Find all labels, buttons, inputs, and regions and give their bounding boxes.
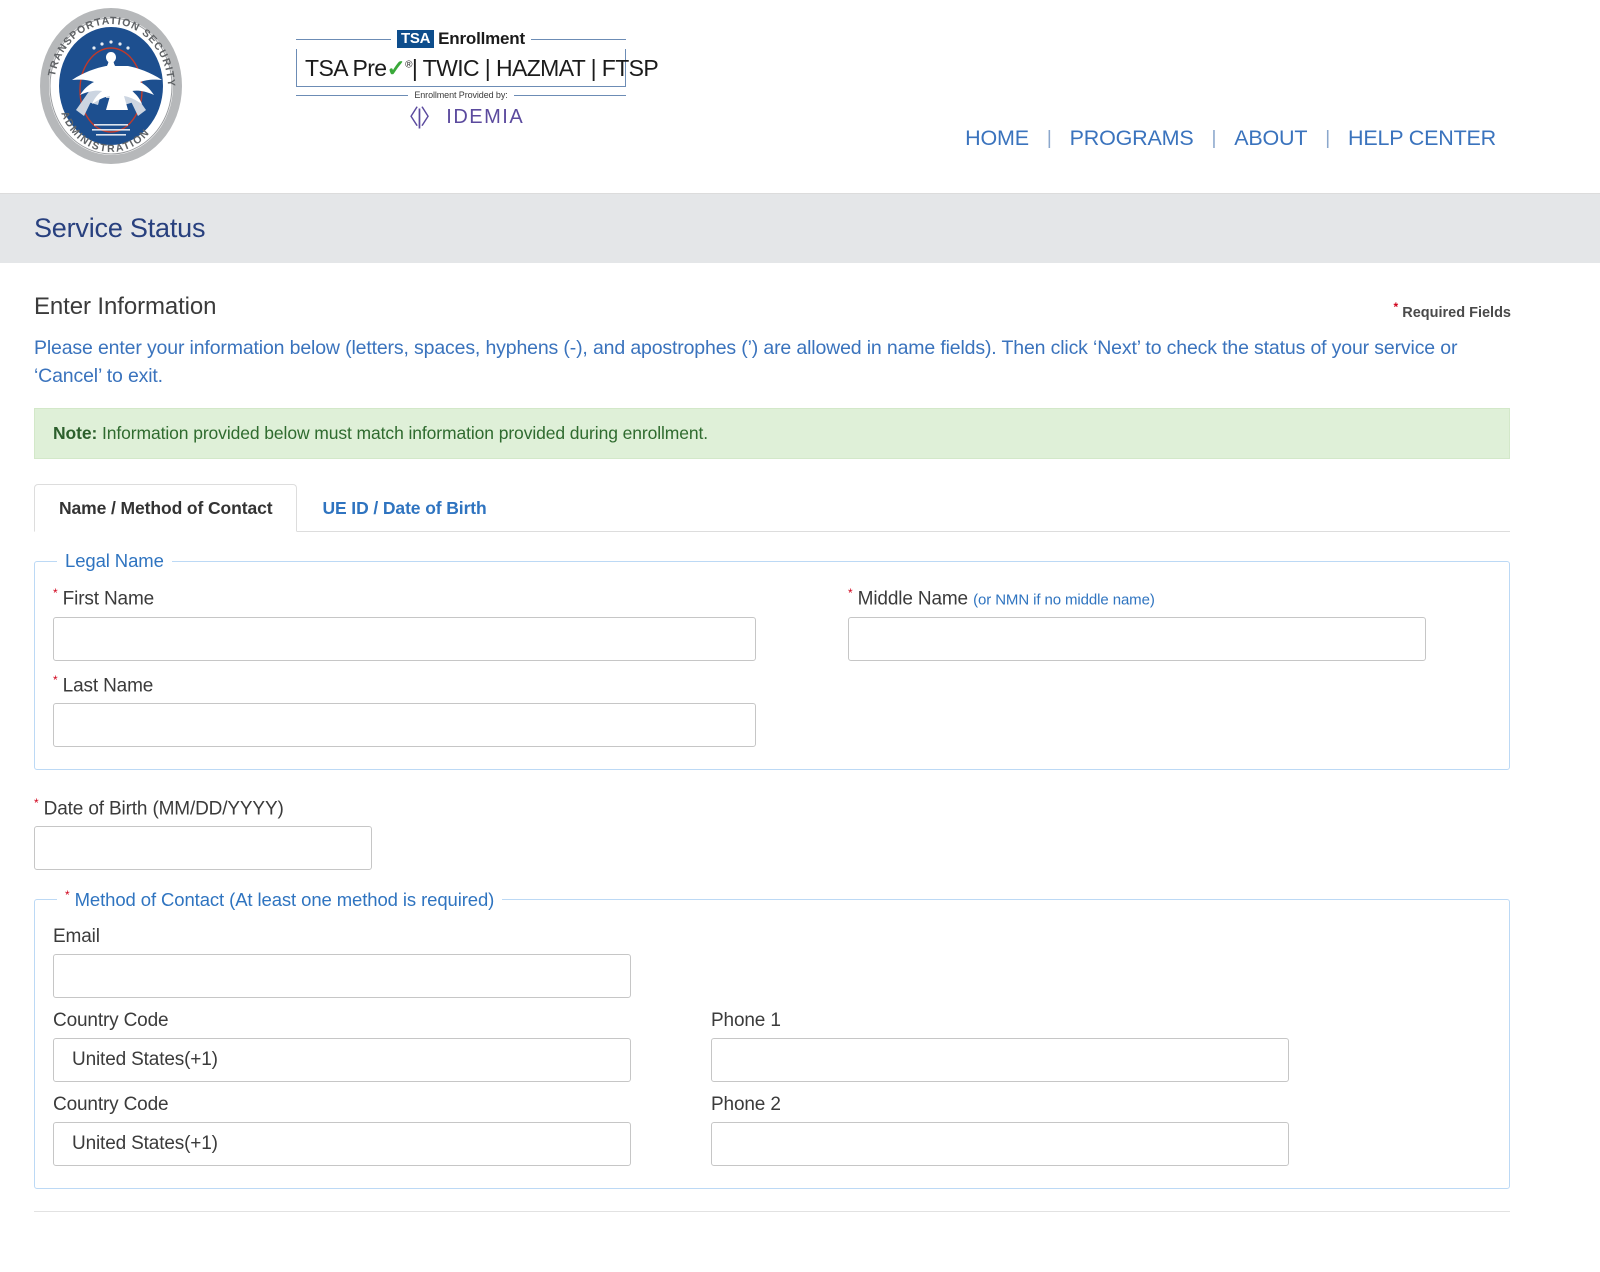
middle-name-label: * Middle Name (or NMN if no middle name) xyxy=(848,586,1491,610)
phone-1-input[interactable] xyxy=(711,1038,1289,1082)
tsa-precheck-label: TSA Pre xyxy=(305,55,386,81)
first-name-input[interactable] xyxy=(53,617,756,661)
email-input[interactable] xyxy=(53,954,631,998)
date-of-birth-label-text: Date of Birth (MM/DD/YYYY) xyxy=(44,798,284,819)
trademark-mark: ® xyxy=(405,59,412,70)
programs-list: TSA Pre✓®| TWIC | HAZMAT | FTSP xyxy=(305,55,617,82)
country-code-2-field: Country Code United States(+1) xyxy=(53,1094,671,1166)
legal-name-spacer xyxy=(848,661,1491,747)
idemia-mark-icon: 〈|〉 xyxy=(398,107,439,128)
idemia-logo: 〈|〉 IDEMIA xyxy=(296,106,626,129)
asterisk-icon: * xyxy=(1394,300,1399,314)
tab-ue-id-date-of-birth[interactable]: UE ID / Date of Birth xyxy=(297,484,511,532)
checkmark-icon: ✓ xyxy=(386,55,405,81)
country-code-2-label: Country Code xyxy=(53,1094,671,1116)
country-code-2-select[interactable]: United States(+1) xyxy=(53,1122,631,1166)
legal-name-grid: * First Name * Middle Name (or NMN if no… xyxy=(53,586,1491,747)
method-of-contact-legend-text: Method of Contact (At least one method i… xyxy=(75,890,495,911)
asterisk-icon: * xyxy=(53,586,58,600)
last-name-input[interactable] xyxy=(53,703,756,747)
site-header: TRANSPORTATION SECURITY ADMINISTRATION T… xyxy=(0,0,1600,194)
tsa-badge: TSA xyxy=(397,30,434,48)
country-code-1-label: Country Code xyxy=(53,1010,671,1032)
asterisk-icon: * xyxy=(848,586,853,600)
programs-rest: | TWIC | HAZMAT | FTSP xyxy=(412,55,658,81)
divider-right xyxy=(531,39,626,40)
section-header-row: Enter Information * Required Fields xyxy=(34,263,1566,321)
note-banner: Note: Information provided below must ma… xyxy=(34,408,1510,459)
enrollment-title-row: TSA Enrollment xyxy=(296,28,626,50)
last-name-field: * Last Name xyxy=(53,673,808,747)
country-code-1-select[interactable]: United States(+1) xyxy=(53,1038,631,1082)
first-name-field: * First Name xyxy=(53,586,808,660)
divider-left xyxy=(296,39,391,40)
enrollment-title: TSA Enrollment xyxy=(391,29,531,49)
email-field: Email xyxy=(53,926,1491,998)
phone-1-field: Phone 1 xyxy=(711,1010,1491,1082)
provided-by-label: Enrollment Provided by: xyxy=(408,90,513,100)
tab-bar: Name / Method of Contact UE ID / Date of… xyxy=(34,483,1510,532)
middle-name-field: * Middle Name (or NMN if no middle name) xyxy=(848,586,1491,660)
section-title: Enter Information xyxy=(34,293,216,321)
provided-by-row: Enrollment Provided by: xyxy=(296,90,626,100)
asterisk-icon: * xyxy=(53,673,58,687)
divider-right-2 xyxy=(514,95,626,96)
last-name-label: * Last Name xyxy=(53,673,808,697)
tsa-seal-icon: TRANSPORTATION SECURITY ADMINISTRATION xyxy=(36,6,186,166)
date-of-birth-field: * Date of Birth (MM/DD/YYYY) xyxy=(34,796,1566,870)
phone-2-input[interactable] xyxy=(711,1122,1289,1166)
asterisk-icon: * xyxy=(65,888,70,902)
phone-1-label: Phone 1 xyxy=(711,1010,1491,1032)
method-of-contact-fieldset: * Method of Contact (At least one method… xyxy=(34,888,1510,1188)
footer-divider xyxy=(34,1211,1510,1212)
note-prefix: Note: xyxy=(53,423,97,443)
date-of-birth-input[interactable] xyxy=(34,826,372,870)
phone-grid: Country Code United States(+1) Phone 1 C… xyxy=(53,1010,1491,1166)
required-fields-label: Required Fields xyxy=(1402,305,1511,321)
note-text: Information provided below must match in… xyxy=(102,423,708,443)
page-banner: Service Status xyxy=(0,194,1600,263)
nav-item-help-center[interactable]: HELP CENTER xyxy=(1330,126,1514,151)
legal-name-fieldset: Legal Name * First Name * Middle Name (o… xyxy=(34,550,1510,770)
email-label: Email xyxy=(53,926,1491,948)
enrollment-word: Enrollment xyxy=(438,29,525,49)
nav-item-home[interactable]: HOME xyxy=(947,126,1047,151)
programs-box: TSA Pre✓®| TWIC | HAZMAT | FTSP xyxy=(296,49,626,87)
middle-name-hint: (or NMN if no middle name) xyxy=(973,592,1155,609)
method-of-contact-legend: * Method of Contact (At least one method… xyxy=(57,888,502,911)
required-fields-note: * Required Fields xyxy=(1394,300,1566,321)
middle-name-input[interactable] xyxy=(848,617,1426,661)
date-of-birth-label: * Date of Birth (MM/DD/YYYY) xyxy=(34,796,1566,820)
phone-2-label: Phone 2 xyxy=(711,1094,1491,1116)
middle-name-label-text: Middle Name xyxy=(858,589,968,610)
first-name-label: * First Name xyxy=(53,586,808,610)
legal-name-legend: Legal Name xyxy=(57,550,172,572)
phone-2-field: Phone 2 xyxy=(711,1094,1491,1166)
main-navigation: HOME | PROGRAMS | ABOUT | HELP CENTER xyxy=(947,126,1514,151)
divider-left-2 xyxy=(296,95,408,96)
first-name-label-text: First Name xyxy=(63,589,154,610)
tsa-enrollment-logo: TSA Enrollment TSA Pre✓®| TWIC | HAZMAT … xyxy=(296,28,626,129)
last-name-label-text: Last Name xyxy=(63,675,154,696)
country-code-1-field: Country Code United States(+1) xyxy=(53,1010,671,1082)
intro-text: Please enter your information below (let… xyxy=(34,335,1494,390)
asterisk-icon: * xyxy=(34,796,39,810)
page-title: Service Status xyxy=(34,213,205,244)
nav-item-programs[interactable]: PROGRAMS xyxy=(1052,126,1212,151)
idemia-wordmark: IDEMIA xyxy=(446,106,524,129)
nav-item-about[interactable]: ABOUT xyxy=(1216,126,1325,151)
tab-name-method-of-contact[interactable]: Name / Method of Contact xyxy=(34,484,297,532)
main-content: Enter Information * Required Fields Plea… xyxy=(0,263,1600,1212)
